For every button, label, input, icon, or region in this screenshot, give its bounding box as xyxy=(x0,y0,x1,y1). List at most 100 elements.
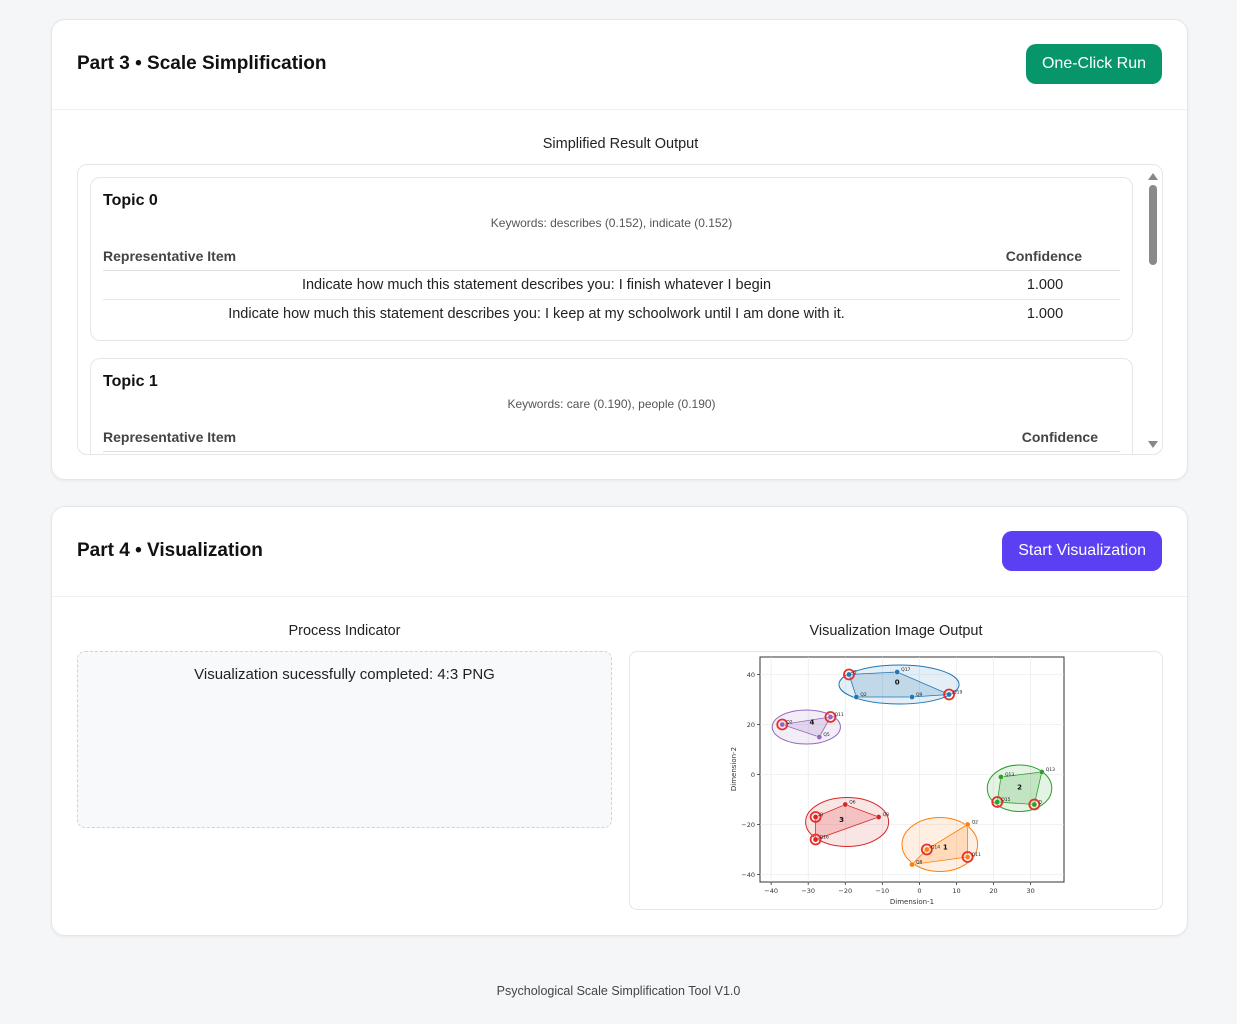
point-label: Q8 xyxy=(916,860,923,866)
image-output-label: Visualization Image Output xyxy=(809,623,983,639)
column-header-item: Representative Item xyxy=(103,244,970,271)
table-row: Indicate how much this statement describ… xyxy=(103,270,1120,300)
x-tick-label: 30 xyxy=(1026,887,1034,895)
simplified-result-output[interactable]: Topic 0 Keywords: describes (0.152), ind… xyxy=(77,164,1163,455)
cluster-label: 0 xyxy=(895,679,900,687)
point-label: Q14 xyxy=(931,845,940,851)
point-label: Q13 xyxy=(1046,767,1055,773)
cluster-label: 3 xyxy=(839,816,844,824)
part4-card: Part 4 • Visualization Start Visualizati… xyxy=(51,506,1188,936)
y-tick-label: 20 xyxy=(747,721,755,729)
process-indicator: Visualization sucessfully completed: 4:3… xyxy=(77,651,612,828)
topic-table: Representative Item Confidence Indicate … xyxy=(103,244,1120,328)
cluster-scatter-plot: −40 −30 −20 −10 0 10 20 30−40−2002040 0Q Q17Q2 Q9… xyxy=(730,656,1065,906)
scroll-up-arrow-icon[interactable] xyxy=(1148,173,1158,180)
part4-title: Part 4 • Visualization xyxy=(77,540,263,561)
y-tick-label: 0 xyxy=(751,771,755,779)
topic-card-1: Topic 1 Keywords: care (0.190), people (… xyxy=(90,358,1133,454)
column-header-confidence: Confidence xyxy=(970,244,1120,271)
data-point xyxy=(964,821,971,828)
point-label: Q11 xyxy=(972,852,981,858)
y-tick-label: 40 xyxy=(747,671,755,679)
vertical-scrollbar[interactable] xyxy=(1146,169,1160,452)
x-tick-label: −10 xyxy=(875,887,889,895)
data-point xyxy=(816,734,823,740)
point-label: Q xyxy=(1038,800,1042,806)
data-point xyxy=(1031,801,1038,808)
point-label: Q2 xyxy=(786,720,793,726)
column-header-item: Representative Item xyxy=(103,425,970,452)
topic-card-0: Topic 0 Keywords: describes (0.152), ind… xyxy=(90,177,1133,341)
process-indicator-label: Process Indicator xyxy=(288,623,401,639)
start-visualization-button[interactable]: Start Visualization xyxy=(1002,531,1162,571)
point-label: Q9 xyxy=(916,692,923,698)
data-point xyxy=(827,714,834,720)
point-label: Q5 xyxy=(823,732,830,738)
part3-header: Part 3 • Scale Simplification One-Click … xyxy=(52,20,1187,110)
point-label: Q xyxy=(853,670,857,676)
part4-header: Part 4 • Visualization Start Visualizati… xyxy=(52,507,1187,597)
cluster-label: 1 xyxy=(943,844,948,852)
topic-table: Representative Item Confidence xyxy=(103,425,1120,452)
footer-version: Psychological Scale Simplification Tool … xyxy=(496,984,741,998)
x-tick-label: 10 xyxy=(952,887,960,895)
confidence-value: 1.000 xyxy=(1026,306,1064,322)
x-axis-label: Dimension-1 xyxy=(890,898,934,906)
data-point xyxy=(875,814,882,820)
x-tick-label: −30 xyxy=(801,887,815,895)
data-point xyxy=(909,694,915,700)
data-point xyxy=(924,846,930,853)
scroll-thumb[interactable] xyxy=(1149,185,1157,265)
data-point xyxy=(846,671,852,678)
x-tick-label: −40 xyxy=(764,887,778,895)
visualization-image-output: −40 −30 −20 −10 0 10 20 30 −40 −20 0 20 40 0 Q Q17 Q2 Q9… xyxy=(629,651,1163,910)
topic-keywords: Keywords: care (0.190), people (0.190) xyxy=(507,397,716,411)
point-label: Q16 xyxy=(820,835,829,841)
point-label: Q2 xyxy=(860,692,867,698)
one-click-run-button[interactable]: One-Click Run xyxy=(1025,44,1162,84)
scroll-down-arrow-icon[interactable] xyxy=(1148,441,1158,448)
data-point xyxy=(842,801,849,808)
simplified-output-label: Simplified Result Output xyxy=(542,136,699,152)
representative-item: Indicate how much this statement describ… xyxy=(228,306,845,322)
data-point xyxy=(1038,769,1045,775)
topic-name: Topic 1 xyxy=(103,373,158,390)
point-label: Q17 xyxy=(901,667,910,673)
y-axis-label: Dimension-2 xyxy=(730,747,738,791)
data-point xyxy=(964,854,971,860)
process-message: Visualization sucessfully completed: 4:3… xyxy=(194,666,495,683)
x-tick-label: 0 xyxy=(917,887,921,895)
part3-card: Part 3 • Scale Simplification One-Click … xyxy=(51,19,1188,480)
data-point xyxy=(779,721,786,728)
data-point xyxy=(998,774,1004,780)
cluster-label: 2 xyxy=(1017,784,1022,792)
x-tick-label: −20 xyxy=(838,887,852,895)
topic-name: Topic 0 xyxy=(103,192,158,209)
table-row: Indicate how much this statement describ… xyxy=(103,300,1120,329)
topic-keywords: Keywords: describes (0.152), indicate (0… xyxy=(490,216,733,230)
point-label: Q2 xyxy=(972,820,979,826)
confidence-value: 1.000 xyxy=(970,270,1120,300)
cluster-label: 4 xyxy=(809,719,814,727)
point-label: Q xyxy=(820,812,824,818)
point-label: Q8 xyxy=(883,812,890,818)
data-point xyxy=(894,669,900,675)
point-label: Q11 xyxy=(834,712,843,718)
point-label: Q13 xyxy=(1005,772,1014,778)
data-point xyxy=(812,836,819,843)
point-label: Q15 xyxy=(1001,797,1010,803)
data-point xyxy=(909,861,915,868)
y-tick-label: −40 xyxy=(741,871,755,879)
point-label: Q19 xyxy=(953,690,962,696)
data-point xyxy=(994,799,1001,805)
data-point xyxy=(812,814,819,820)
representative-item: Indicate how much this statement describ… xyxy=(103,270,970,300)
y-tick-label: −20 xyxy=(741,821,755,829)
point-label: Q6 xyxy=(849,800,856,806)
data-point xyxy=(853,694,860,700)
part3-title: Part 3 • Scale Simplification xyxy=(77,53,327,74)
data-point xyxy=(946,691,952,698)
x-tick-label: 20 xyxy=(989,887,997,895)
column-header-confidence: Confidence xyxy=(970,425,1120,452)
topic-list: Topic 0 Keywords: describes (0.152), ind… xyxy=(90,177,1133,454)
